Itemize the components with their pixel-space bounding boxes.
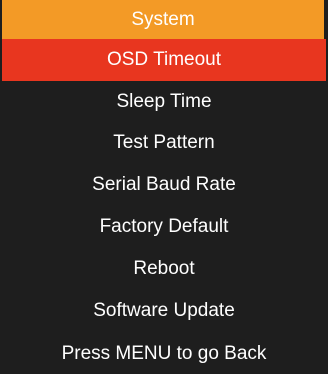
menu-item-serial-baud-rate[interactable]: Serial Baud Rate xyxy=(0,164,328,206)
menu-title: System xyxy=(2,0,324,39)
back-hint: Press MENU to go Back xyxy=(61,343,267,364)
menu-item-factory-default[interactable]: Factory Default xyxy=(0,206,328,248)
menu-item-software-update[interactable]: Software Update xyxy=(0,290,328,332)
menu-item-osd-timeout[interactable]: OSD Timeout xyxy=(2,39,326,81)
osd-menu-panel: System OSD Timeout Sleep Time Test Patte… xyxy=(0,0,328,374)
menu-item-reboot[interactable]: Reboot xyxy=(0,248,328,290)
menu-item-sleep-time[interactable]: Sleep Time xyxy=(0,81,328,123)
menu-item-test-pattern[interactable]: Test Pattern xyxy=(0,123,328,165)
menu-list: OSD Timeout Sleep Time Test Pattern Seri… xyxy=(0,39,328,332)
